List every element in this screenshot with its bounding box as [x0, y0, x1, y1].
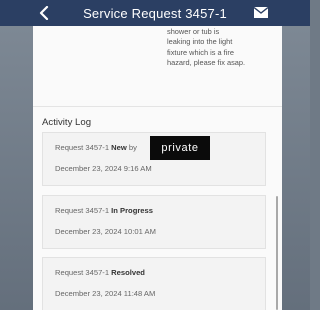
left-gutter [0, 26, 33, 310]
activity-text: Request 3457-1 In Progress [55, 206, 153, 215]
request-detail-panel[interactable]: shower or tub is leaking into the light … [33, 26, 282, 310]
description-line: fixture which is a fire [167, 47, 234, 57]
messages-button[interactable] [254, 6, 268, 18]
activity-request-id: Request 3457-1 [55, 206, 110, 215]
redaction-label: private [150, 136, 210, 160]
activity-suffix: by [128, 143, 137, 152]
description-line: shower or tub is [167, 27, 220, 36]
description-line: leaking into the light [167, 37, 233, 47]
activity-status: New [111, 143, 127, 152]
activity-item: Request 3457-1 Resolved December 23, 202… [42, 257, 266, 310]
page-title: Service Request 3457-1 [83, 5, 227, 21]
description-line: hazard, please fix asap. [167, 57, 246, 67]
scrollbar[interactable] [276, 196, 278, 310]
activity-request-id: Request 3457-1 [55, 143, 110, 152]
activity-date: December 23, 2024 11:48 AM [55, 289, 156, 298]
activity-item: Request 3457-1 In Progress December 23, … [42, 195, 266, 249]
back-button[interactable] [36, 4, 52, 22]
activity-log-title: Activity Log [42, 117, 92, 128]
envelope-icon [254, 6, 268, 18]
right-gutter [282, 26, 310, 310]
activity-date: December 23, 2024 9:16 AM [55, 164, 152, 173]
chevron-left-icon [39, 6, 49, 20]
activity-date: December 23, 2024 10:01 AM [55, 227, 156, 236]
section-divider [33, 106, 282, 107]
top-nav-bar: Service Request 3457-1 [0, 0, 310, 26]
request-description: shower or tub is leaking into the light … [167, 27, 279, 68]
activity-status: Resolved [111, 268, 145, 277]
activity-request-id: Request 3457-1 [55, 268, 110, 277]
activity-text: Request 3457-1 Resolved [55, 268, 145, 277]
activity-status: In Progress [111, 206, 153, 215]
activity-text: Request 3457-1 New by [55, 143, 137, 152]
